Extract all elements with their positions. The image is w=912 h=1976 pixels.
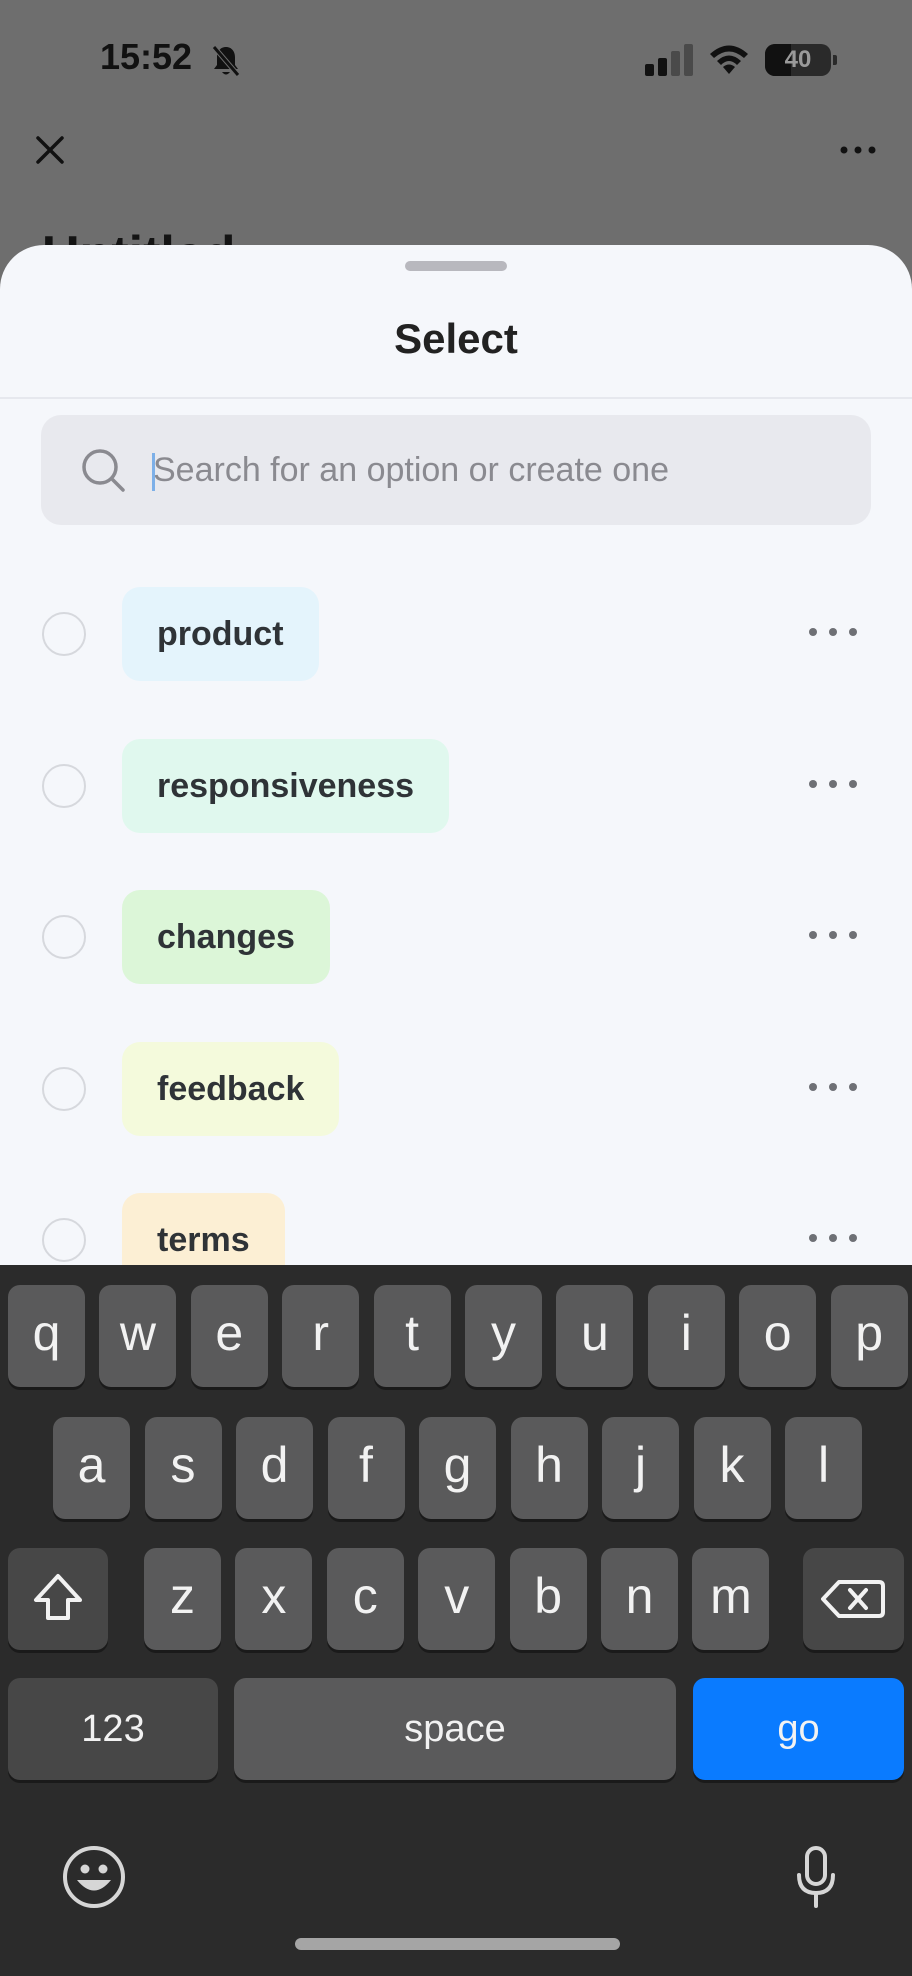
option-radio[interactable] <box>42 915 86 959</box>
battery-level-text: 40 <box>784 46 812 73</box>
option-row[interactable]: responsiveness <box>0 735 912 835</box>
key-n[interactable]: n <box>601 1548 678 1650</box>
search-icon <box>81 448 127 499</box>
dictation-button[interactable] <box>796 1845 836 1909</box>
key-l[interactable]: l <box>785 1417 862 1519</box>
cellular-signal-icon <box>645 44 693 81</box>
more-options-button[interactable] <box>838 138 878 162</box>
bell-muted-icon <box>210 44 242 83</box>
text-cursor <box>152 453 155 491</box>
keyboard: qwertyuiop asdfghjkl zxcvbnm 123 space go <box>0 1265 912 1976</box>
status-bar: 15:52 40 <box>0 0 912 120</box>
key-h[interactable]: h <box>510 1417 588 1519</box>
key-y[interactable]: y <box>465 1285 542 1387</box>
status-time: 15:52 <box>100 36 193 77</box>
option-more-icon[interactable] <box>808 927 858 943</box>
divider <box>0 397 912 399</box>
sheet-title: Select <box>394 315 518 362</box>
shift-icon <box>34 1574 82 1620</box>
key-u[interactable]: u <box>556 1285 634 1387</box>
option-tag: feedback <box>122 1042 340 1136</box>
key-i[interactable]: i <box>647 1285 725 1387</box>
shift-key[interactable] <box>8 1548 108 1650</box>
key-t[interactable]: t <box>373 1285 451 1387</box>
key-a[interactable]: a <box>53 1417 130 1519</box>
more-horizontal-icon <box>840 146 876 154</box>
emoji-icon <box>63 1846 125 1908</box>
option-more-icon[interactable] <box>808 776 858 792</box>
option-more-icon[interactable] <box>808 1079 858 1095</box>
key-b[interactable]: b <box>509 1548 587 1650</box>
battery-indicator: 40 <box>765 44 837 76</box>
search-placeholder: Search for an option or create one <box>153 451 669 489</box>
key-w[interactable]: w <box>99 1285 177 1387</box>
home-indicator[interactable] <box>295 1938 620 1950</box>
key-m[interactable]: m <box>692 1548 770 1650</box>
space-key[interactable]: space <box>234 1678 676 1780</box>
search-input[interactable]: Search for an option or create one <box>41 415 871 525</box>
option-radio[interactable] <box>42 1067 86 1111</box>
key-f[interactable]: f <box>327 1417 405 1519</box>
key-z[interactable]: z <box>144 1548 221 1650</box>
delete-icon <box>821 1580 885 1618</box>
key-g[interactable]: g <box>419 1417 496 1519</box>
key-d[interactable]: d <box>236 1417 313 1519</box>
sheet-grabber[interactable] <box>405 261 507 271</box>
option-radio[interactable] <box>42 764 86 808</box>
microphone-icon <box>797 1846 835 1908</box>
key-r[interactable]: r <box>282 1285 360 1387</box>
key-q[interactable]: q <box>8 1285 85 1387</box>
go-key[interactable]: go <box>693 1678 904 1780</box>
key-v[interactable]: v <box>418 1548 496 1650</box>
emoji-button[interactable] <box>62 1845 126 1909</box>
option-row[interactable]: terms <box>0 1189 912 1265</box>
key-e[interactable]: e <box>190 1285 268 1387</box>
option-more-icon[interactable] <box>808 1230 858 1246</box>
option-radio[interactable] <box>42 1218 86 1262</box>
close-button[interactable] <box>30 130 70 170</box>
option-row[interactable]: feedback <box>0 1038 912 1138</box>
key-s[interactable]: s <box>144 1417 222 1519</box>
key-p[interactable]: p <box>830 1285 908 1387</box>
option-tag: terms <box>122 1193 285 1265</box>
option-tag: changes <box>122 890 330 984</box>
key-k[interactable]: k <box>693 1417 771 1519</box>
numbers-key[interactable]: 123 <box>8 1678 218 1780</box>
close-icon <box>36 136 64 164</box>
wifi-icon <box>707 42 751 81</box>
option-tag: product <box>122 587 319 681</box>
key-j[interactable]: j <box>602 1417 679 1519</box>
option-row[interactable]: product <box>0 583 912 683</box>
option-more-icon[interactable] <box>808 624 858 640</box>
option-tag: responsiveness <box>122 739 450 833</box>
option-row[interactable]: changes <box>0 886 912 986</box>
key-c[interactable]: c <box>326 1548 404 1650</box>
delete-key[interactable] <box>803 1548 904 1650</box>
key-o[interactable]: o <box>739 1285 817 1387</box>
select-sheet: Select Search for an option or create on… <box>0 245 912 1265</box>
key-x[interactable]: x <box>235 1548 313 1650</box>
option-radio[interactable] <box>42 612 86 656</box>
